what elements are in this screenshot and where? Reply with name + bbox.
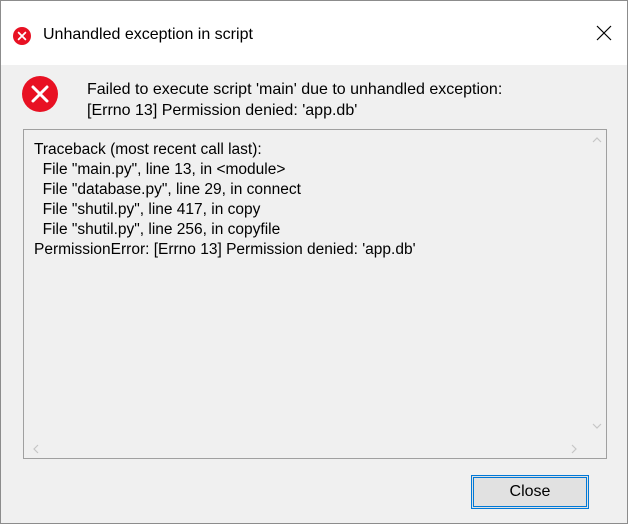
chevron-right-icon (571, 444, 577, 454)
error-dialog: Unhandled exception in script Failed to … (0, 0, 628, 524)
dialog-body: Failed to execute script 'main' due to u… (1, 65, 627, 523)
chevron-up-icon (592, 137, 602, 143)
scrollbar-corner (588, 440, 606, 458)
scroll-left-arrow[interactable] (30, 443, 42, 455)
traceback-text: Traceback (most recent call last): File … (34, 141, 416, 258)
traceback-textbox[interactable]: Traceback (most recent call last): File … (23, 129, 607, 459)
error-message-line-1: Failed to execute script 'main' due to u… (87, 81, 503, 98)
scroll-down-arrow[interactable] (591, 420, 603, 432)
window-title: Unhandled exception in script (43, 26, 253, 43)
error-icon (22, 76, 58, 112)
chevron-left-icon (33, 444, 39, 454)
close-button[interactable]: Close (471, 475, 589, 509)
error-icon (13, 27, 31, 45)
scroll-right-arrow[interactable] (568, 443, 580, 455)
close-icon (596, 25, 612, 41)
horizontal-scrollbar[interactable] (24, 440, 588, 458)
title-bar: Unhandled exception in script (1, 1, 627, 65)
chevron-down-icon (592, 423, 602, 429)
scroll-up-arrow[interactable] (591, 134, 603, 146)
close-button-label: Close (509, 483, 551, 500)
vertical-scrollbar[interactable] (588, 130, 606, 440)
window-close-button[interactable] (581, 1, 627, 65)
error-message: Failed to execute script 'main' due to u… (87, 79, 502, 121)
error-message-line-2: [Errno 13] Permission denied: 'app.db' (87, 102, 358, 119)
